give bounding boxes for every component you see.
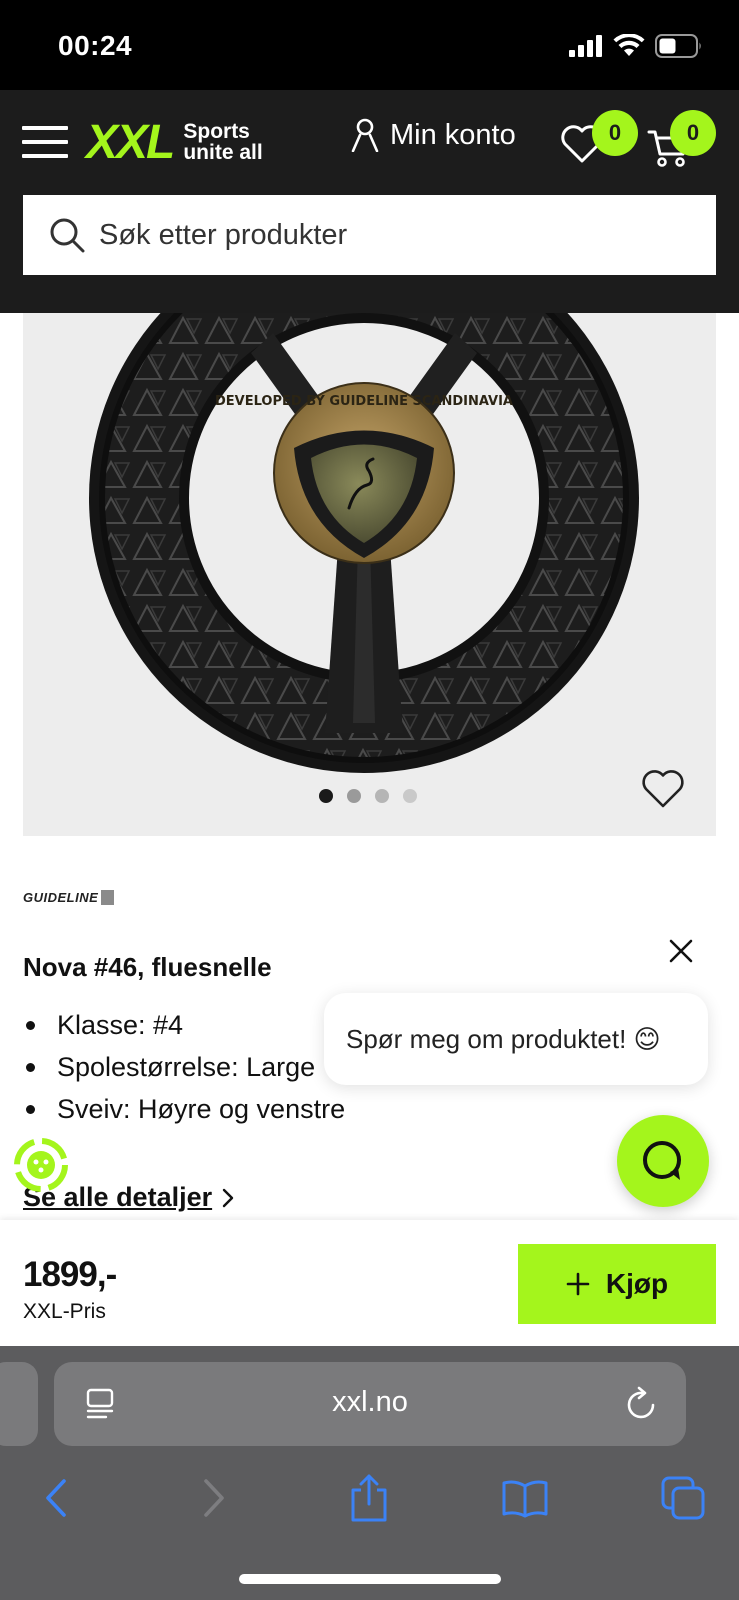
brand-logo[interactable]: GUIDELINE — [23, 890, 115, 905]
browser-back-button[interactable] — [28, 1470, 84, 1526]
buy-button[interactable]: Kjøp — [518, 1244, 716, 1324]
status-icons — [569, 34, 703, 58]
tabs-icon — [661, 1476, 705, 1520]
status-bar: 00:24 — [0, 0, 739, 90]
chat-icon — [643, 1141, 681, 1180]
status-time: 00:24 — [58, 30, 133, 61]
previous-tab-preview[interactable] — [0, 1362, 38, 1446]
url-text: xxl.no — [332, 1386, 408, 1418]
browser-bookmarks-button[interactable] — [497, 1470, 553, 1526]
chevron-right-icon — [222, 1188, 234, 1207]
cellular-signal-icon — [569, 35, 602, 57]
heart-outline-icon — [642, 770, 684, 808]
search-icon — [50, 218, 85, 253]
menu-line — [22, 126, 68, 130]
carousel-dots — [319, 789, 417, 803]
home-indicator — [239, 1574, 501, 1584]
site-header: XXL Sports unite all Min konto 0 0 — [0, 90, 739, 313]
feature-item: Klasse: #4 — [23, 1005, 345, 1047]
hamburger-menu-button[interactable] — [22, 124, 70, 160]
brand-name: GUIDELINE — [23, 890, 99, 905]
plus-icon — [566, 1272, 590, 1296]
product-price: 1899,- — [23, 1255, 117, 1294]
product-title: Nova #46, fluesnelle — [23, 952, 272, 982]
buy-button-label: Kjøp — [605, 1268, 669, 1299]
product-feature-list: Klasse: #4 Spolestørrelse: Large Sveiv: … — [23, 1005, 345, 1131]
chat-prompt-text: Spør meg om produktet! 😊 — [346, 1023, 661, 1054]
feature-item: Sveiv: Høyre og venstre — [23, 1089, 345, 1131]
product-image-gallery[interactable]: DEVELOPED BY GUIDELINE SCANDINAVIA — [23, 313, 716, 836]
cart-count-badge: 0 — [670, 110, 716, 156]
close-icon — [669, 939, 693, 963]
share-icon — [351, 1474, 387, 1522]
carousel-dot[interactable] — [319, 789, 333, 803]
user-icon — [351, 118, 379, 152]
browser-share-button[interactable] — [341, 1470, 397, 1526]
reload-icon[interactable] — [626, 1386, 658, 1420]
logo-wordmark: XXL — [86, 115, 175, 169]
price-label: XXL-Pris — [23, 1300, 106, 1323]
wishlist-button[interactable]: 0 — [560, 110, 638, 164]
address-bar[interactable]: xxl.no — [54, 1362, 686, 1446]
chevron-right-icon — [204, 1479, 224, 1517]
account-link[interactable]: Min konto — [350, 118, 516, 152]
fly-reel-product-image: DEVELOPED BY GUIDELINE SCANDINAVIA — [89, 313, 639, 773]
logo-tagline: Sports unite all — [183, 121, 262, 163]
carousel-dot[interactable] — [347, 789, 361, 803]
carousel-dot[interactable] — [403, 789, 417, 803]
book-icon — [502, 1480, 548, 1518]
browser-toolbar: xxl.no — [0, 1346, 739, 1600]
menu-line — [22, 154, 68, 158]
menu-line — [22, 140, 68, 144]
logo-tagline-line-2: unite all — [183, 141, 263, 164]
browser-forward-button[interactable] — [186, 1470, 242, 1526]
add-to-favorites-button[interactable] — [640, 768, 688, 812]
wifi-icon — [613, 34, 645, 56]
eco-badge-icon[interactable] — [14, 1138, 68, 1192]
xxl-logo[interactable]: XXL Sports unite all — [86, 112, 263, 172]
battery-icon — [655, 34, 701, 58]
search-bar[interactable] — [23, 195, 716, 275]
cart-button[interactable]: 0 — [647, 110, 716, 168]
logo-tagline-line-1: Sports — [183, 120, 250, 143]
chat-prompt-bubble[interactable]: Spør meg om produktet! 😊 — [324, 993, 708, 1085]
browser-nav-row — [0, 1470, 739, 1530]
close-chat-prompt-button[interactable] — [668, 938, 694, 964]
reel-hub-text: DEVELOPED BY GUIDELINE SCANDINAVIA — [215, 394, 513, 409]
wishlist-count-badge: 0 — [592, 110, 638, 156]
account-label: Min konto — [390, 118, 516, 151]
sticky-buy-bar: 1899,- XXL-Pris Kjøp — [0, 1220, 739, 1346]
browser-tabs-button[interactable] — [655, 1470, 711, 1526]
chat-launcher-button[interactable] — [617, 1115, 709, 1207]
brand-mark-icon — [101, 890, 115, 905]
carousel-dot[interactable] — [375, 789, 389, 803]
feature-item: Spolestørrelse: Large — [23, 1047, 345, 1089]
search-input[interactable] — [99, 218, 659, 252]
chevron-left-icon — [46, 1479, 66, 1517]
